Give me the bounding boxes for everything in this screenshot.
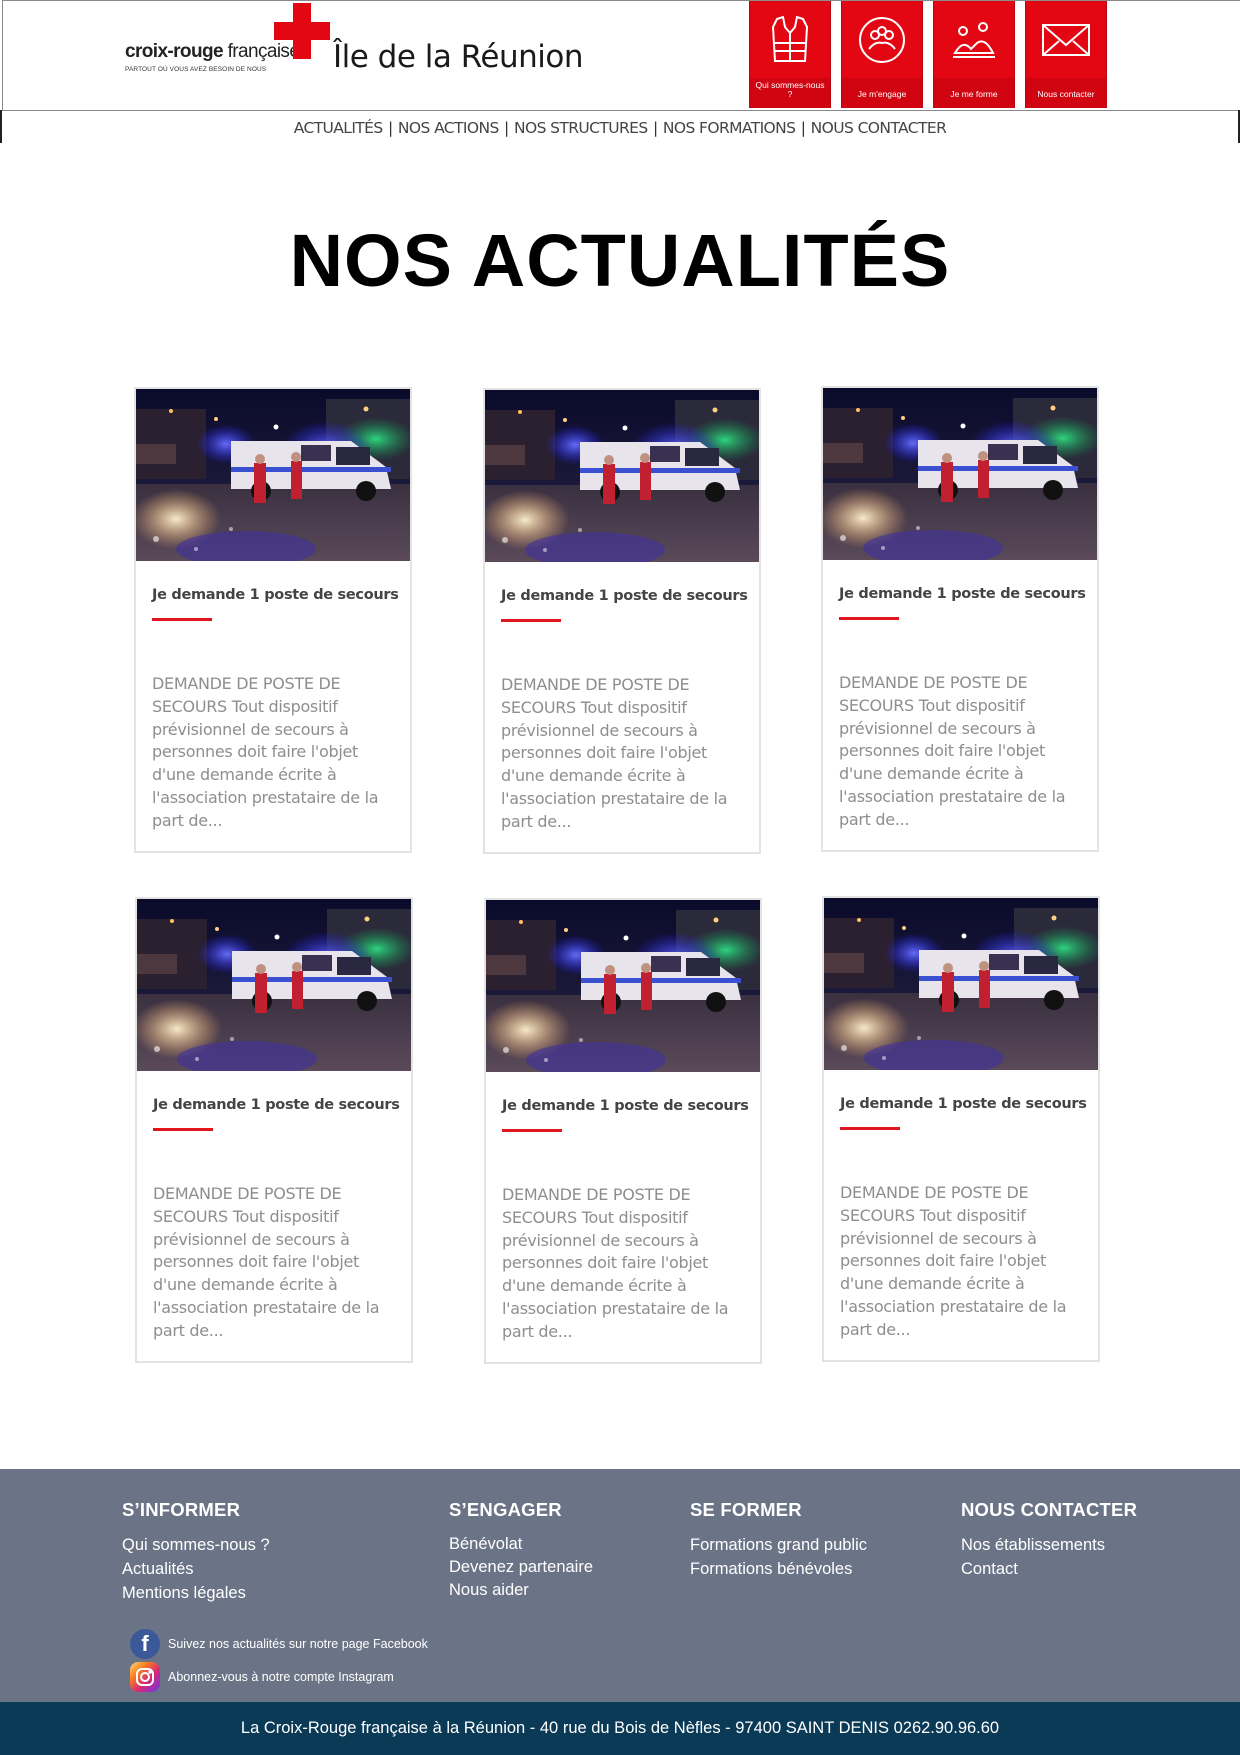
footer-link[interactable]: Qui sommes-nous ? <box>122 1533 270 1557</box>
nav-item-nos-formations[interactable]: NOS FORMATIONS <box>663 119 796 137</box>
footer-col-informer: S’INFORMER Qui sommes-nous ? Actualités … <box>122 1499 270 1605</box>
logo-tagline: PARTOUT OÙ VOUS AVEZ BESOIN DE NOUS <box>125 66 267 73</box>
footer-link[interactable]: Nos établissements <box>961 1533 1137 1557</box>
tile-label: Qui sommes-nous ? <box>755 80 825 99</box>
article-photo[interactable] <box>137 899 411 1071</box>
nav-separator: | <box>800 119 806 137</box>
footer-col-contacter: NOUS CONTACTER Nos établissements Contac… <box>961 1499 1137 1581</box>
tile-je-me-forme[interactable]: Je me forme <box>933 1 1015 108</box>
facebook-icon: f <box>130 1629 160 1659</box>
instagram-label: Abonnez-vous à notre compte Instagram <box>168 1670 394 1684</box>
facebook-label: Suivez nos actualités sur notre page Fac… <box>168 1637 428 1651</box>
site-footer: S’INFORMER Qui sommes-nous ? Actualités … <box>0 1469 1240 1702</box>
article-excerpt: DEMANDE DE POSTE DE SECOURS Tout disposi… <box>839 673 1066 829</box>
footer-heading: S’ENGAGER <box>449 1499 562 1520</box>
article-title[interactable]: Je demande 1 poste de secours <box>840 1096 1087 1112</box>
title-underline <box>501 619 561 622</box>
nav-separator: | <box>652 119 658 137</box>
envelope-icon <box>1042 24 1090 56</box>
address-bar: La Croix-Rouge française à la Réunion - … <box>0 1702 1240 1755</box>
nav-separator: | <box>387 119 393 137</box>
footer-link[interactable]: Mentions légales <box>122 1581 270 1605</box>
article-title[interactable]: Je demande 1 poste de secours <box>839 586 1086 602</box>
tile-label: Nous contacter <box>1037 89 1095 99</box>
vest-icon <box>771 15 809 62</box>
article-title[interactable]: Je demande 1 poste de secours <box>501 588 748 604</box>
nav-separator: | <box>504 119 509 137</box>
nav-item-actualites[interactable]: ACTUALITÉS <box>294 119 383 137</box>
page-title: NOS ACTUALITÉS <box>289 219 951 302</box>
first-aid-training-icon <box>953 22 995 58</box>
footer-heading: S’INFORMER <box>122 1499 241 1520</box>
nav-item-nos-structures[interactable]: NOS STRUCTURES <box>514 119 648 137</box>
tile-label: Je me forme <box>950 89 998 99</box>
article-card[interactable]: Je demande 1 poste de secours DEMANDE DE… <box>822 896 1100 1362</box>
footer-link[interactable]: Devenez partenaire <box>449 1556 593 1579</box>
title-underline <box>152 618 212 621</box>
site-header: croix-rouge française PARTOUT OÙ VOUS AV… <box>2 0 1240 111</box>
title-underline <box>502 1129 562 1132</box>
tile-label: Je m'engage <box>857 89 907 99</box>
article-excerpt: DEMANDE DE POSTE DE SECOURS Tout disposi… <box>840 1183 1067 1339</box>
article-excerpt: DEMANDE DE POSTE DE SECOURS Tout disposi… <box>153 1184 380 1340</box>
instagram-icon <box>130 1662 160 1692</box>
footer-link[interactable]: Nous aider <box>449 1579 593 1602</box>
main-nav: ACTUALITÉS | NOS ACTIONS | NOS STRUCTURE… <box>0 119 1240 137</box>
footer-link[interactable]: Bénévolat <box>449 1533 593 1556</box>
article-photo[interactable] <box>823 388 1097 560</box>
tile-qui-sommes-nous[interactable]: Qui sommes-nous ? <box>749 1 831 108</box>
red-cross-logo-icon <box>274 3 330 59</box>
article-excerpt: DEMANDE DE POSTE DE SECOURS Tout disposi… <box>152 674 379 830</box>
article-title[interactable]: Je demande 1 poste de secours <box>153 1097 400 1113</box>
footer-col-engager: S’ENGAGER Bénévolat Devenez partenaire N… <box>449 1499 593 1602</box>
article-title[interactable]: Je demande 1 poste de secours <box>502 1098 749 1114</box>
tile-nous-contacter[interactable]: Nous contacter <box>1025 1 1107 108</box>
footer-link[interactable]: Formations bénévoles <box>690 1557 867 1581</box>
article-photo[interactable] <box>485 390 759 562</box>
footer-col-former: SE FORMER Formations grand public Format… <box>690 1499 867 1581</box>
article-card[interactable]: Je demande 1 poste de secours DEMANDE DE… <box>134 387 412 853</box>
article-title[interactable]: Je demande 1 poste de secours <box>152 587 399 603</box>
quick-access-tiles: Qui sommes-nous ? Je m'engage Je me form… <box>749 1 1107 108</box>
article-excerpt: DEMANDE DE POSTE DE SECOURS Tout disposi… <box>502 1185 729 1341</box>
nav-item-nous-contacter[interactable]: NOUS CONTACTER <box>811 119 947 137</box>
article-card[interactable]: Je demande 1 poste de secours DEMANDE DE… <box>484 898 762 1364</box>
region-title: Île de la Réunion <box>333 39 584 75</box>
footer-link[interactable]: Actualités <box>122 1557 270 1581</box>
tile-je-m-engage[interactable]: Je m'engage <box>841 1 923 108</box>
footer-heading: NOUS CONTACTER <box>961 1499 1138 1520</box>
title-underline <box>839 617 899 620</box>
article-excerpt: DEMANDE DE POSTE DE SECOURS Tout disposi… <box>501 675 728 831</box>
article-card[interactable]: Je demande 1 poste de secours DEMANDE DE… <box>821 386 1099 852</box>
facebook-link[interactable]: f Suivez nos actualités sur notre page F… <box>130 1629 428 1659</box>
title-underline <box>153 1128 213 1131</box>
heart-people-icon <box>859 17 905 63</box>
article-photo[interactable] <box>486 900 760 1072</box>
footer-link[interactable]: Formations grand public <box>690 1533 867 1557</box>
article-photo[interactable] <box>136 389 410 561</box>
article-card[interactable]: Je demande 1 poste de secours DEMANDE DE… <box>483 388 761 854</box>
title-underline <box>840 1127 900 1130</box>
footer-link[interactable]: Contact <box>961 1557 1137 1581</box>
footer-heading: SE FORMER <box>690 1499 802 1520</box>
nav-item-nos-actions[interactable]: NOS ACTIONS <box>398 119 499 137</box>
article-card[interactable]: Je demande 1 poste de secours DEMANDE DE… <box>135 897 413 1363</box>
article-photo[interactable] <box>824 898 1098 1070</box>
instagram-link[interactable]: Abonnez-vous à notre compte Instagram <box>130 1662 394 1692</box>
